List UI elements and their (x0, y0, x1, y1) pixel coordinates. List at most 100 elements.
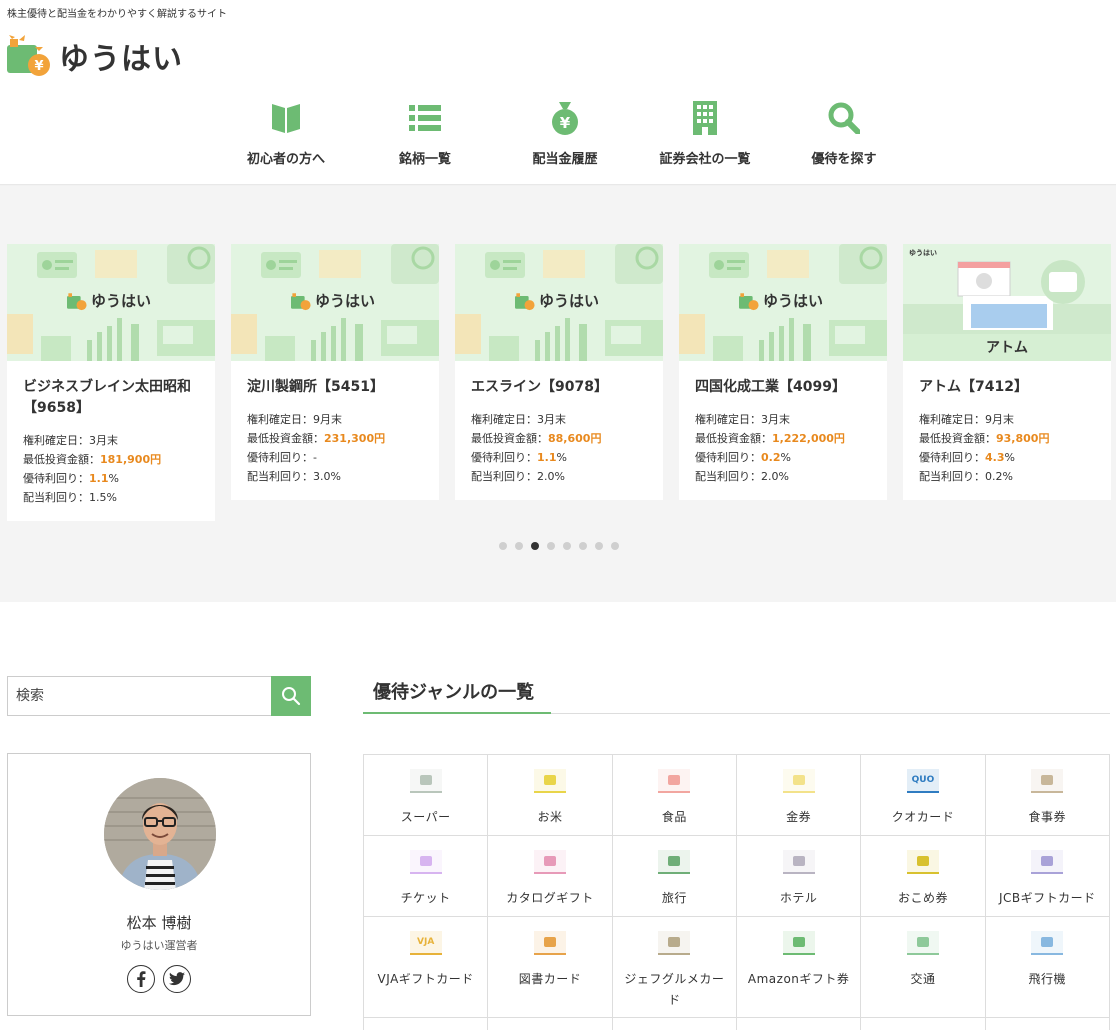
thumb-logo: ゆうはい (739, 290, 823, 311)
min-investment: 231,300円 (324, 432, 386, 445)
genre-item[interactable]: VJA VJAギフトカード (364, 917, 489, 1018)
genre-label: ジェフグルメカード (624, 972, 725, 1007)
genre-item[interactable]: JCBギフトカード (985, 836, 1110, 917)
nav-find-yutai[interactable]: 優待を探す (774, 100, 914, 167)
car-icon (906, 931, 939, 955)
genre-label: JCBギフトカード (998, 891, 1096, 905)
stock-card[interactable]: アトム ゆうはい アトム【7412】 権利確定日：9月末 最低投資金額：93,8… (903, 244, 1111, 500)
genre-item[interactable]: 交通 (861, 917, 986, 1018)
slider-dot[interactable] (531, 542, 539, 550)
svg-text:¥: ¥ (560, 114, 571, 132)
genre-item[interactable]: QUO クオカード (861, 755, 986, 836)
facebook-link[interactable] (127, 965, 155, 993)
yutai-yield-line: 優待利回り：4.3% (919, 451, 1015, 464)
nav-brokers[interactable]: 証券会社の一覧 (636, 100, 774, 167)
stock-card[interactable]: ゆうはい 四国化成工業【4099】 権利確定日：3月末 最低投資金額：1,222… (679, 244, 887, 500)
dividend-yield: 3.0% (313, 470, 341, 483)
yutai-yield: - (313, 451, 317, 464)
yutai-yield-line: 優待利回り：1.1% (23, 472, 119, 485)
ticket-icon (409, 850, 442, 874)
slider-dot[interactable] (595, 542, 603, 550)
min-investment: 88,600円 (548, 432, 602, 445)
card-title: 淀川製鋼所【5451】 (247, 379, 384, 395)
genre-label: 図書カード (518, 972, 582, 986)
dividend-yield-line: 配当利回り：2.0% (695, 470, 789, 483)
thumb-logo-text: ゆうはい (315, 292, 376, 310)
genre-item[interactable]: スーパー (364, 755, 489, 836)
dividend-yield-line: 配当利回り：3.0% (247, 470, 341, 483)
nav-label: 銘柄一覧 (398, 152, 451, 167)
thumb-logo: ゆうはい (67, 290, 151, 311)
nav-beginners[interactable]: 初心者の方へ (216, 100, 356, 167)
card-title: エスライン【9078】 (471, 379, 608, 395)
card-thumbnail: ゆうはい (231, 244, 439, 361)
record-date-line: 権利確定日：3月末 (23, 434, 118, 447)
genre-label: VJAギフトカード (377, 972, 474, 986)
nav-dividend-history[interactable]: ¥ 配当金履歴 (494, 100, 636, 167)
slider-dot[interactable] (611, 542, 619, 550)
dividend-yield-line: 配当利回り：0.2% (919, 470, 1013, 483)
dividend-yield: 2.0% (537, 470, 565, 483)
profile-widget: 松本 博樹 ゆうはい運営者 (7, 753, 311, 1016)
genre-item[interactable]: ジェフグルメカード (612, 917, 737, 1018)
genre-label: 食事券 (1028, 810, 1067, 824)
genre-item[interactable]: カタログギフト (488, 836, 613, 917)
genre-item[interactable]: 旅行 (612, 836, 737, 917)
record-date-line: 権利確定日：3月末 (471, 413, 566, 426)
nav-stock-list[interactable]: 銘柄一覧 (356, 100, 494, 167)
genre-label: クオカード (891, 810, 955, 824)
genre-item[interactable]: 飛行機 (985, 917, 1110, 1018)
heading-accent-line (363, 712, 551, 714)
money-bag-icon: ¥ (548, 100, 582, 136)
card-thumbnail: ゆうはい (679, 244, 887, 361)
quo-card-icon: QUO (906, 769, 939, 793)
genre-item[interactable]: Amazonギフト券 (736, 917, 862, 1018)
search-form (7, 676, 311, 716)
nav-label: 証券会社の一覧 (659, 152, 751, 167)
record-date: 3月末 (761, 413, 790, 426)
yutai-yield: 1.1 (89, 472, 109, 485)
slider-dot[interactable] (515, 542, 523, 550)
site-logo[interactable]: ¥ ゆうはい (7, 34, 183, 78)
genre-item[interactable]: ホテル (736, 836, 862, 917)
yutai-yield: 1.1 (537, 451, 557, 464)
search-icon (282, 687, 301, 706)
hotel-icon (782, 850, 815, 874)
genre-item[interactable]: 食品 (612, 755, 737, 836)
stock-card[interactable]: ゆうはい エスライン【9078】 権利確定日：3月末 最低投資金額：88,600… (455, 244, 663, 500)
voucher-icon (782, 769, 815, 793)
thumb-logo-text: ゆうはい (909, 248, 937, 257)
record-date-line: 権利確定日：9月末 (247, 413, 342, 426)
genre-item-placeholder (736, 1018, 862, 1030)
search-input[interactable] (7, 676, 271, 716)
svg-text:¥: ¥ (34, 59, 43, 74)
card-thumbnail: ゆうはい (455, 244, 663, 361)
genre-item[interactable]: 食事券 (985, 755, 1110, 836)
thumb-store-label: アトム (986, 340, 1028, 356)
genre-item[interactable]: 図書カード (488, 917, 613, 1018)
genre-item-placeholder (861, 1018, 986, 1030)
genre-item[interactable]: 金券 (736, 755, 862, 836)
slider-dot[interactable] (547, 542, 555, 550)
genre-item[interactable]: おこめ券 (861, 836, 986, 917)
slider-dot[interactable] (563, 542, 571, 550)
genre-item[interactable]: チケット (364, 836, 489, 917)
genre-label: 飛行機 (1028, 972, 1067, 986)
profile-name: 松本 博樹 (126, 914, 192, 932)
stock-card[interactable]: ゆうはい ビジネスブレイン太田昭和【9658】 権利確定日：3月末 最低投資金額… (7, 244, 215, 521)
meal-ticket-icon (1031, 769, 1064, 793)
genre-item-placeholder (488, 1018, 613, 1030)
genre-item[interactable]: お米 (488, 755, 613, 836)
twitter-link[interactable] (163, 965, 191, 993)
logo-money-bag-icon (291, 292, 311, 310)
thumb-logo-text: ゆうはい (539, 292, 600, 310)
min-investment-line: 最低投資金額：93,800円 (919, 432, 1050, 445)
facebook-icon (137, 971, 146, 987)
search-button[interactable] (271, 676, 311, 716)
book-card-icon (533, 931, 566, 955)
yutai-yield-line: 優待利回り：1.1% (471, 451, 567, 464)
slider-dot[interactable] (579, 542, 587, 550)
stock-card[interactable]: ゆうはい 淀川製鋼所【5451】 権利確定日：9月末 最低投資金額：231,30… (231, 244, 439, 500)
genre-label: 旅行 (661, 891, 687, 905)
slider-dot[interactable] (499, 542, 507, 550)
